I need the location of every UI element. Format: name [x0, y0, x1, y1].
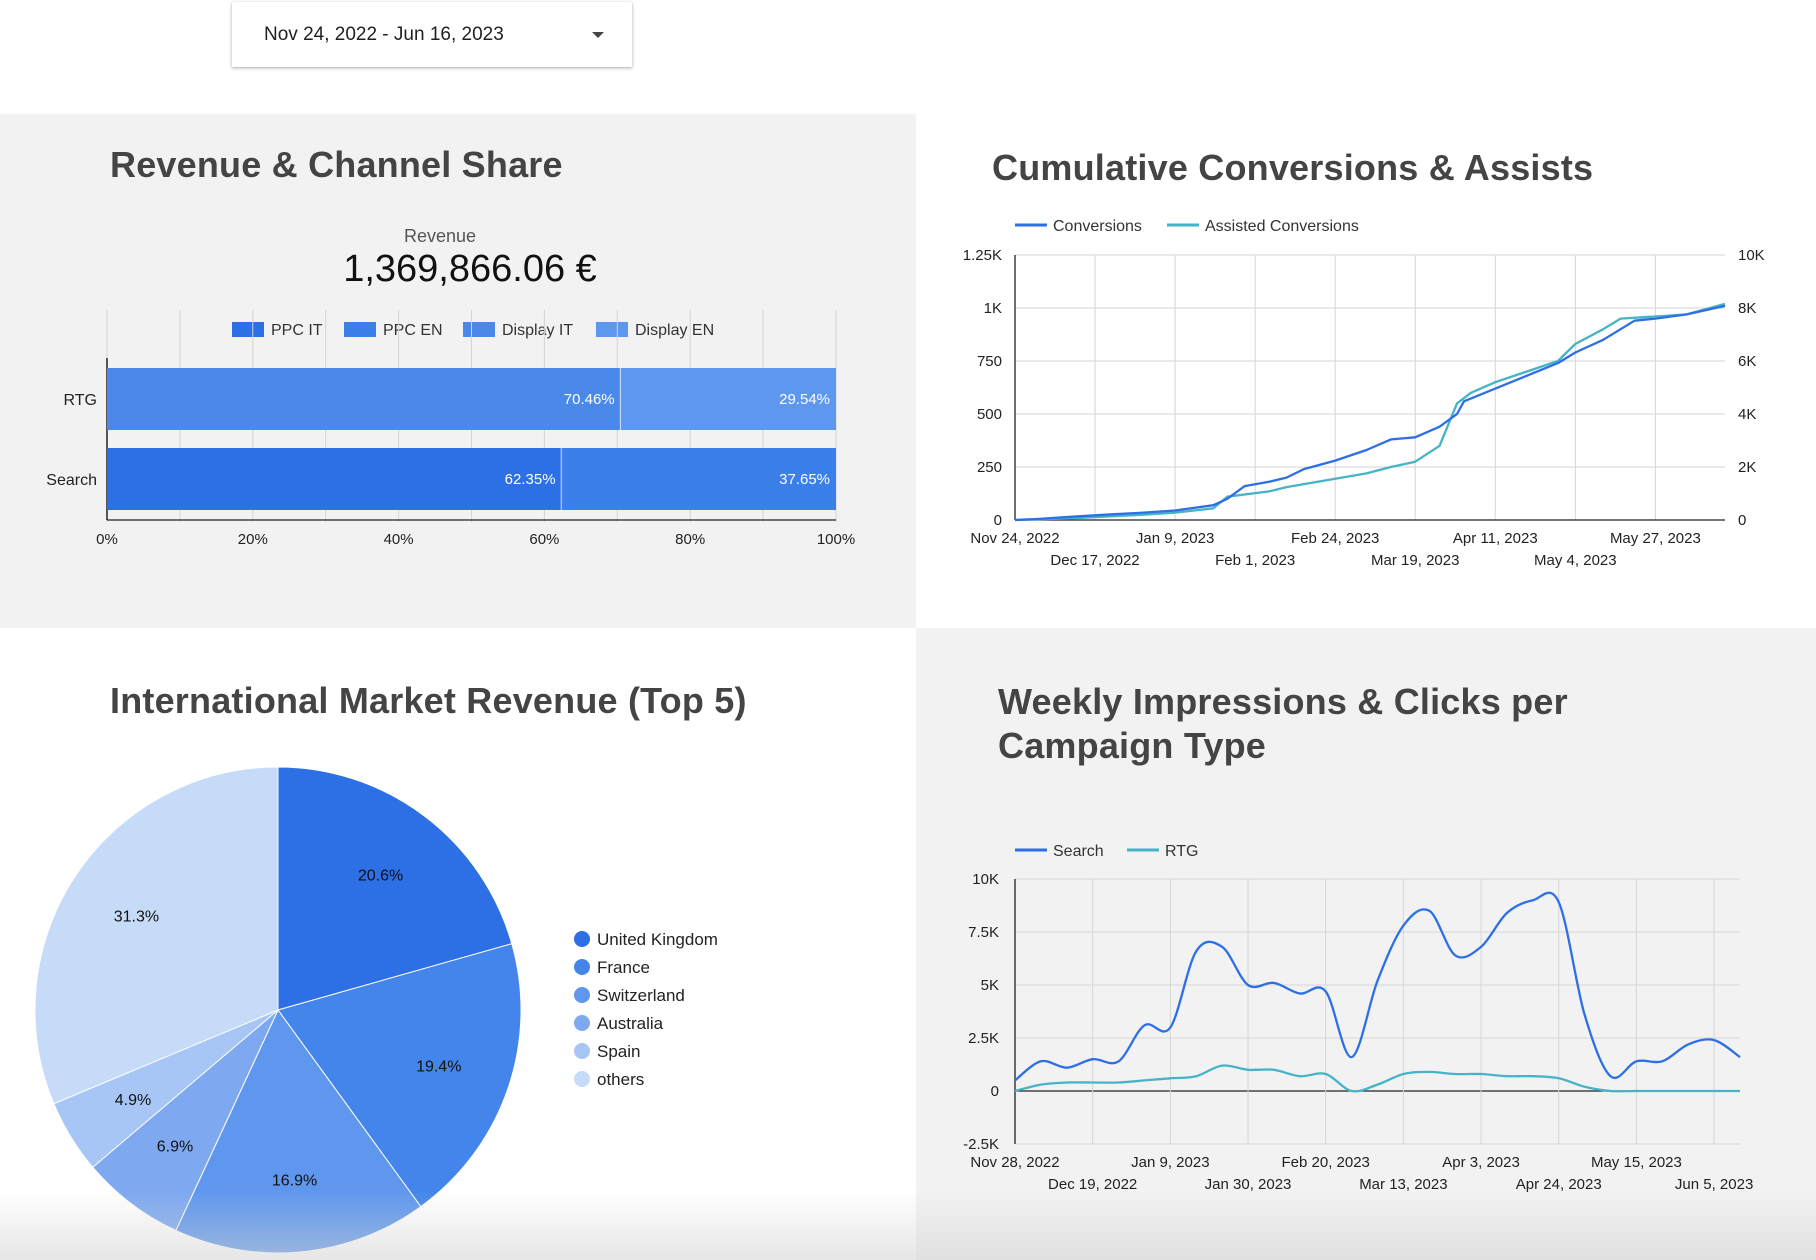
x-tick-label: Nov 28, 2022 — [970, 1154, 1059, 1171]
x-tick-label: Dec 17, 2022 — [1050, 552, 1139, 569]
series-line — [1014, 1064, 1740, 1093]
x-tick-label: Mar 13, 2023 — [1359, 1176, 1447, 1193]
x-tick-label: Apr 24, 2023 — [1516, 1176, 1602, 1193]
weekly-line-chart: Search RTG -2.5K 0 2.5K 5K 7.5K 10K Nov 28, 2022… — [963, 843, 1753, 1193]
bar-data-label: 70.46% — [564, 391, 615, 408]
y-tick-label: 7.5K — [968, 924, 999, 941]
x-tick-label: 0% — [96, 531, 118, 548]
bar-segment — [107, 368, 621, 430]
legend-label: Switzerland — [597, 986, 685, 1005]
x-tick-label: Feb 20, 2023 — [1282, 1154, 1370, 1171]
revenue-channel-share-panel: Revenue & Channel Share Revenue 1,369,86… — [0, 114, 916, 628]
x-tick-label: Feb 1, 2023 — [1215, 552, 1295, 569]
cumulative-conversions-panel: Cumulative Conversions & Assists Convers… — [916, 114, 1816, 628]
pie-slice-label: 16.9% — [272, 1172, 317, 1189]
category-label: Search — [46, 472, 97, 489]
y-right-tick-label: 8K — [1738, 300, 1756, 317]
legend-dot — [574, 931, 590, 947]
series-line — [1014, 302, 1726, 522]
dropdown-caret-icon — [592, 31, 604, 38]
series-line — [1014, 891, 1741, 1082]
y-left-tick-label: 1.25K — [963, 247, 1002, 264]
legend-swatch — [463, 322, 495, 337]
y-tick-label: -2.5K — [963, 1136, 999, 1153]
x-tick-label: 40% — [384, 531, 414, 548]
dashboard-root: Nov 24, 2022 - Jun 16, 2023 Revenue & Ch… — [0, 0, 1816, 1260]
weekly-impressions-panel: Weekly Impressions & Clicks per Campaign… — [916, 628, 1816, 1260]
legend-label: Australia — [597, 1014, 664, 1033]
pie-slice-label: 31.3% — [114, 909, 159, 926]
bar-data-label: 29.54% — [779, 391, 830, 408]
legend-swatch — [232, 322, 264, 337]
bar-data-label: 37.65% — [779, 471, 830, 488]
pie-slice-label: 19.4% — [416, 1059, 461, 1076]
legend-label: others — [597, 1070, 644, 1089]
x-tick-label: 60% — [529, 531, 559, 548]
y-left-tick-label: 250 — [977, 459, 1002, 476]
legend-label: Conversions — [1053, 218, 1142, 235]
y-tick-label: 0 — [991, 1083, 999, 1100]
x-tick-label: Apr 3, 2023 — [1442, 1154, 1520, 1171]
x-tick-label: Jun 5, 2023 — [1675, 1176, 1753, 1193]
y-right-tick-label: 10K — [1738, 247, 1765, 264]
legend-label: Search — [1053, 843, 1104, 860]
x-tick-label: Mar 19, 2023 — [1371, 552, 1459, 569]
legend-label: PPC EN — [383, 322, 443, 339]
legend-dot — [574, 1071, 590, 1087]
date-range-label: Nov 24, 2022 - Jun 16, 2023 — [264, 23, 504, 45]
y-left-tick-label: 1K — [984, 300, 1002, 317]
x-tick-label: Nov 24, 2022 — [970, 530, 1059, 547]
y-left-tick-label: 750 — [977, 353, 1002, 370]
legend-label: Assisted Conversions — [1205, 218, 1359, 235]
legend-label: RTG — [1165, 843, 1198, 860]
y-left-tick-label: 500 — [977, 406, 1002, 423]
international-market-panel: International Market Revenue (Top 5) 20.… — [0, 628, 916, 1260]
y-right-tick-label: 4K — [1738, 406, 1756, 423]
x-tick-label: Jan 9, 2023 — [1131, 1154, 1209, 1171]
x-tick-label: May 27, 2023 — [1610, 530, 1701, 547]
legend-label: Spain — [597, 1042, 640, 1061]
x-tick-label: 20% — [238, 531, 268, 548]
y-tick-label: 5K — [981, 977, 999, 994]
legend-dot — [574, 959, 590, 975]
legend-label: PPC IT — [271, 322, 323, 339]
x-tick-label: 100% — [817, 531, 855, 548]
legend-dot — [574, 1015, 590, 1031]
y-left-tick-label: 0 — [994, 512, 1002, 529]
y-right-tick-label: 6K — [1738, 353, 1756, 370]
x-tick-label: Apr 11, 2023 — [1453, 530, 1538, 547]
x-tick-label: Jan 30, 2023 — [1205, 1176, 1292, 1193]
legend-dot — [574, 987, 590, 1003]
x-tick-label: May 4, 2023 — [1534, 552, 1617, 569]
channel-share-bar-chart: PPC IT PPC EN Display IT Display EN 70.46% 29… — [46, 310, 855, 548]
y-tick-label: 10K — [972, 871, 999, 888]
y-right-tick-label: 0 — [1738, 512, 1746, 529]
legend-swatch — [344, 322, 376, 337]
legend-label: France — [597, 958, 650, 977]
cumulative-line-chart: Conversions Assisted Conversions 0 0 250 2K 50… — [963, 218, 1765, 569]
series-line — [1014, 304, 1726, 522]
x-tick-label: May 15, 2023 — [1591, 1154, 1682, 1171]
date-range-picker[interactable]: Nov 24, 2022 - Jun 16, 2023 — [232, 2, 632, 67]
legend-label: Display EN — [635, 322, 714, 339]
y-right-tick-label: 2K — [1738, 459, 1756, 476]
pie-slice-label: 6.9% — [157, 1138, 193, 1155]
x-tick-label: 80% — [675, 531, 705, 548]
legend-dot — [574, 1043, 590, 1059]
x-tick-label: Dec 19, 2022 — [1048, 1176, 1137, 1193]
bar-data-label: 62.35% — [505, 471, 556, 488]
legend-label: United Kingdom — [597, 930, 718, 949]
legend-label: Display IT — [502, 322, 573, 339]
bar-segment — [107, 448, 562, 510]
y-tick-label: 2.5K — [968, 1030, 999, 1047]
pie-slice-label: 20.6% — [358, 867, 403, 884]
category-label: RTG — [64, 392, 97, 409]
market-pie-chart: 20.6% 19.4% 16.9% 6.9% 4.9% 31.3% United Kingd… — [34, 766, 718, 1254]
legend-swatch — [596, 322, 628, 337]
x-tick-label: Jan 9, 2023 — [1136, 530, 1214, 547]
x-tick-label: Feb 24, 2023 — [1291, 530, 1379, 547]
pie-slice-label: 4.9% — [115, 1092, 151, 1109]
